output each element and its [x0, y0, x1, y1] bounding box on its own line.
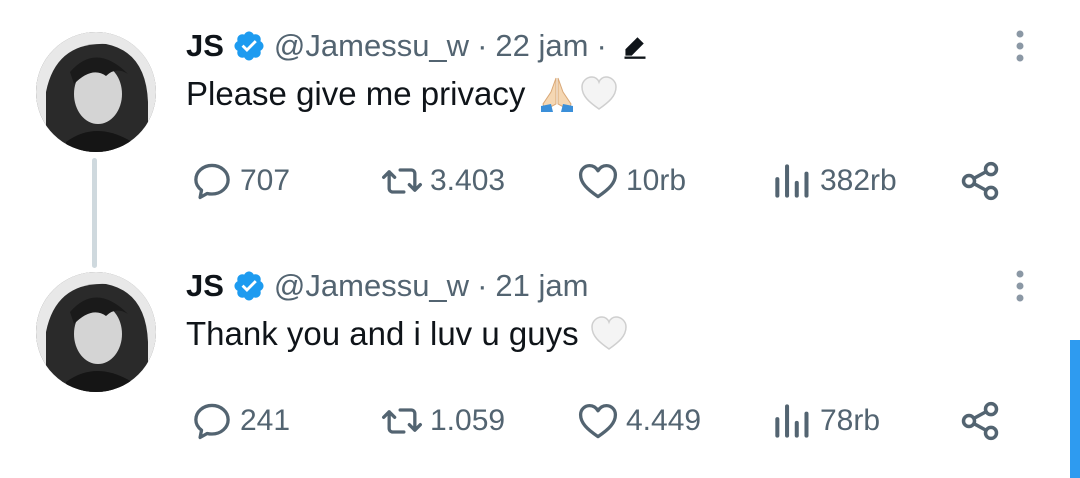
retweet-icon	[382, 408, 422, 434]
tweet-header: JS @Jamessu_w · 21 jam	[186, 266, 588, 306]
like-button[interactable]: 4.449	[576, 398, 701, 444]
retweet-count: 3.403	[430, 164, 506, 197]
user-handle[interactable]: @Jamessu_w	[274, 268, 469, 304]
separator-dot: ·	[477, 268, 488, 303]
like-button[interactable]: 10rb	[576, 158, 686, 204]
user-handle[interactable]: @Jamessu_w	[274, 28, 469, 64]
timestamp[interactable]: 22 jam	[495, 28, 588, 64]
views-count: 382rb	[820, 164, 897, 197]
edited-pencil-icon[interactable]	[621, 32, 649, 60]
tweet-text-content: Please give me privacy	[186, 75, 526, 112]
scrollbar[interactable]	[1070, 340, 1080, 478]
timestamp[interactable]: 21 jam	[495, 268, 588, 304]
reply-icon	[194, 163, 230, 200]
heart-icon	[578, 403, 618, 439]
heart-icon	[578, 163, 618, 199]
reply-count: 241	[240, 404, 291, 437]
tweet-text: Please give me privacy	[186, 74, 619, 114]
like-count: 4.449	[626, 404, 702, 437]
share-button[interactable]	[958, 398, 1008, 444]
white-heart-emoji-icon	[579, 74, 619, 114]
folded-hands-emoji-icon	[537, 74, 577, 114]
analytics-bars-icon	[775, 164, 809, 198]
share-button[interactable]	[958, 158, 1008, 204]
reply-icon	[194, 403, 230, 440]
separator-dot: ·	[477, 28, 488, 63]
thread-connector-line	[92, 158, 97, 268]
tweet-text-content: Thank you and i luv u guys	[186, 315, 579, 352]
reply-button[interactable]: 707	[190, 158, 290, 204]
like-count: 10rb	[626, 164, 687, 197]
views-count: 78rb	[820, 404, 881, 437]
separator-dot: ·	[596, 28, 607, 63]
display-name[interactable]: JS	[186, 28, 224, 64]
verified-badge-icon	[232, 29, 266, 63]
more-options-icon[interactable]	[1008, 28, 1032, 64]
tweet-actions: 707 3.403 10rb 382rb	[190, 158, 1010, 204]
analytics-bars-icon	[775, 404, 809, 438]
avatar[interactable]	[36, 272, 156, 392]
views-button[interactable]: 78rb	[770, 398, 880, 444]
tweet-thread: JS @Jamessu_w · 22 jam · Please give me …	[0, 0, 1080, 478]
tweet-text: Thank you and i luv u guys	[186, 314, 629, 354]
retweet-icon	[382, 168, 422, 194]
display-name[interactable]: JS	[186, 268, 224, 304]
reply-button[interactable]: 241	[190, 398, 290, 444]
share-icon	[961, 161, 999, 201]
tweet-actions: 241 1.059 4.449 78rb	[190, 398, 1010, 444]
verified-badge-icon	[232, 269, 266, 303]
avatar[interactable]	[36, 32, 156, 152]
retweet-button[interactable]: 1.059	[380, 398, 505, 444]
retweet-count: 1.059	[430, 404, 506, 437]
more-options-icon[interactable]	[1008, 268, 1032, 304]
reply-count: 707	[240, 164, 291, 197]
white-heart-emoji-icon	[589, 314, 629, 354]
retweet-button[interactable]: 3.403	[380, 158, 505, 204]
share-icon	[961, 401, 999, 441]
views-button[interactable]: 382rb	[770, 158, 897, 204]
tweet-header: JS @Jamessu_w · 22 jam ·	[186, 26, 649, 66]
